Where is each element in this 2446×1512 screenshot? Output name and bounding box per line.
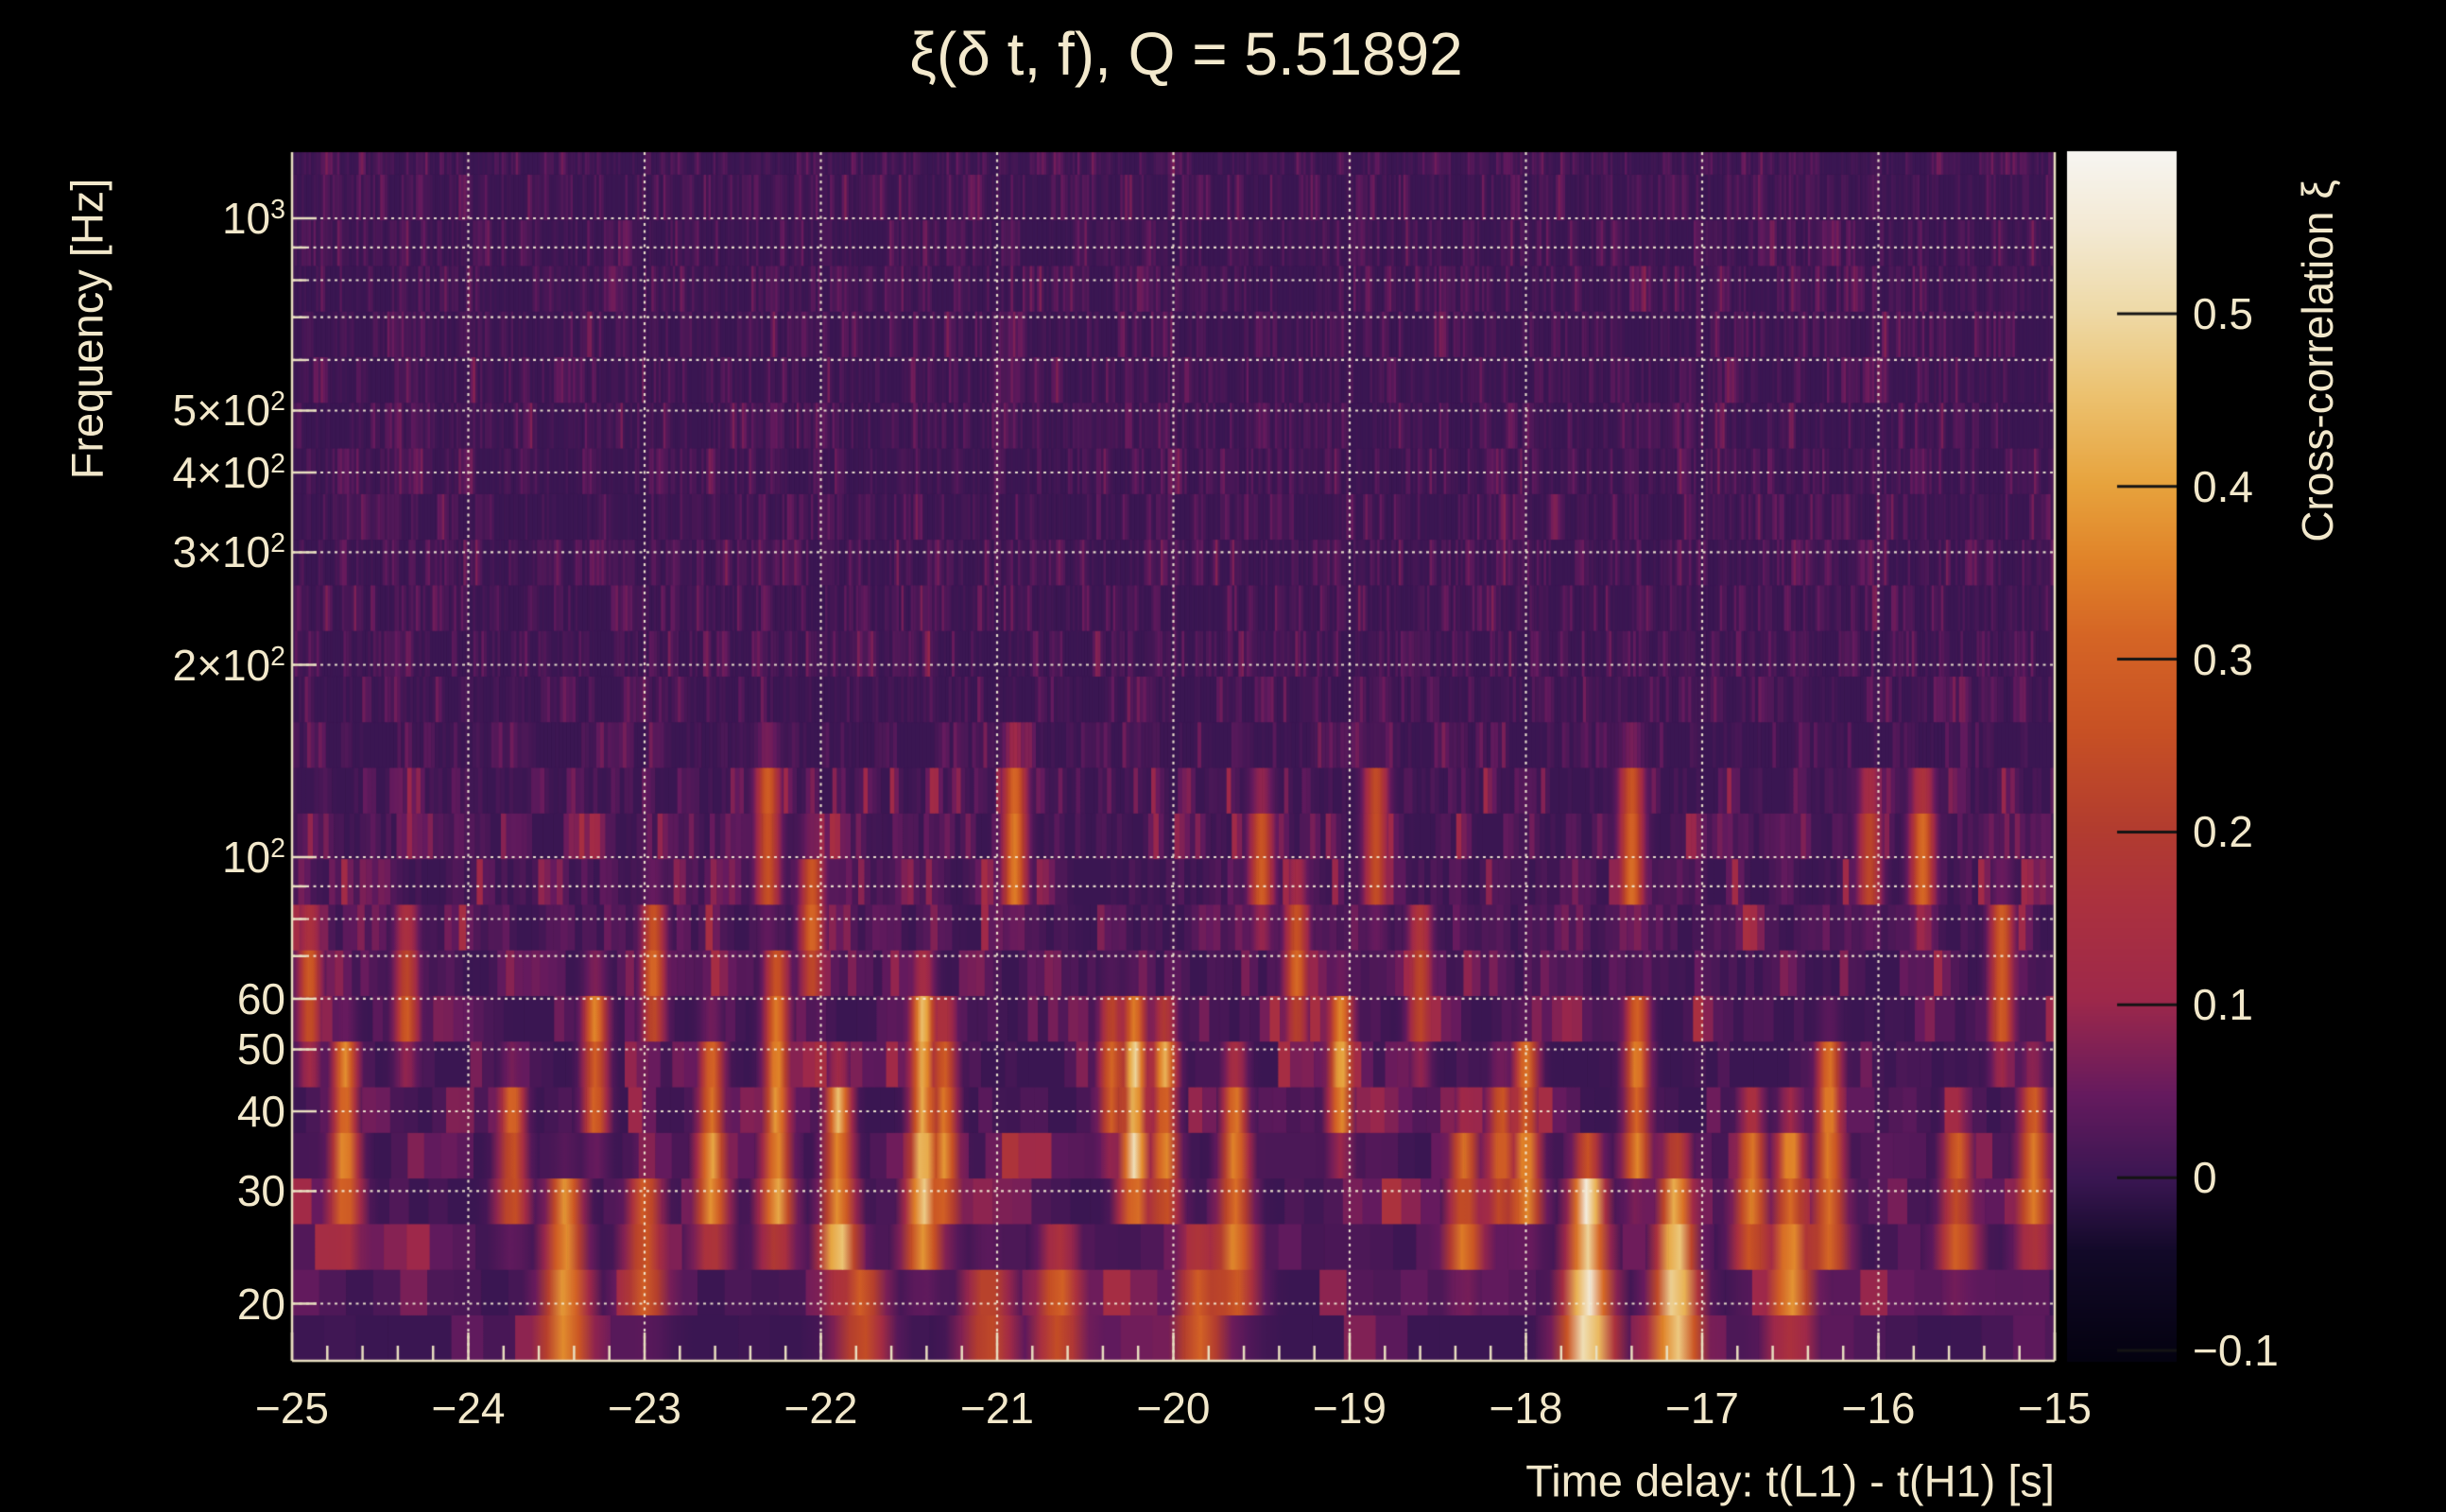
y-tick-label: 4×102: [173, 451, 285, 494]
y-tick-label: 103: [222, 197, 285, 240]
y-tick-label: 50: [237, 1027, 285, 1071]
labels-layer: −25 −24 −23 −22 −21 −20 −19 −18 −17 −16 −15 103 5×10…: [0, 0, 2446, 1512]
root: −25 −24 −23 −22 −21 −20 −19 −18 −17 −16 −15 103 5×10…: [0, 0, 2446, 1512]
colorbar-tick-label: 0.5: [2193, 292, 2253, 335]
y-tick-label: 40: [237, 1090, 285, 1133]
y-tick-label: 30: [237, 1169, 285, 1212]
y-tick-label-exponent: 3: [270, 195, 285, 225]
colorbar-axis-title: Cross-correlation ξ: [2296, 180, 2339, 542]
y-tick-label-exponent: 2: [270, 449, 285, 479]
colorbar-tick-label: 0.2: [2193, 810, 2253, 853]
colorbar-tick-label: −0.1: [2193, 1329, 2279, 1372]
y-tick-label: 5×102: [173, 388, 285, 432]
x-tick-label: −20: [1136, 1386, 1210, 1430]
y-tick-label-exponent: 2: [270, 387, 285, 417]
y-tick-label: 20: [237, 1282, 285, 1326]
colorbar-tick-label: 0.3: [2193, 638, 2253, 681]
y-axis-title: Frequency [Hz]: [65, 179, 110, 480]
x-tick-label: −17: [1665, 1386, 1739, 1430]
x-tick-label: −25: [255, 1386, 329, 1430]
x-tick-label: −18: [1489, 1386, 1562, 1430]
x-tick-label: −24: [431, 1386, 505, 1430]
x-tick-label: −19: [1313, 1386, 1387, 1430]
x-tick-label: −23: [608, 1386, 681, 1430]
y-tick-label-exponent: 2: [270, 833, 285, 864]
colorbar-tick-label: 0.1: [2193, 983, 2253, 1026]
colorbar-tick-label: 0.4: [2193, 465, 2253, 508]
x-tick-label: −16: [1841, 1386, 1915, 1430]
x-tick-label: −22: [784, 1386, 857, 1430]
y-tick-label: 102: [222, 835, 285, 879]
y-tick-label-exponent: 2: [270, 641, 285, 671]
plot-title: ξ(δ t, f), Q = 5.51892: [909, 24, 1462, 84]
y-tick-label: 60: [237, 977, 285, 1021]
x-axis-title: Time delay: t(L1) - t(H1) [s]: [1525, 1459, 2055, 1503]
y-tick-label-exponent: 2: [270, 528, 285, 558]
y-tick-label: 3×102: [173, 530, 285, 574]
x-tick-label: −15: [2018, 1386, 2092, 1430]
colorbar-tick-label: 0: [2193, 1156, 2217, 1199]
x-tick-label: −21: [960, 1386, 1034, 1430]
y-tick-label: 2×102: [173, 643, 285, 686]
